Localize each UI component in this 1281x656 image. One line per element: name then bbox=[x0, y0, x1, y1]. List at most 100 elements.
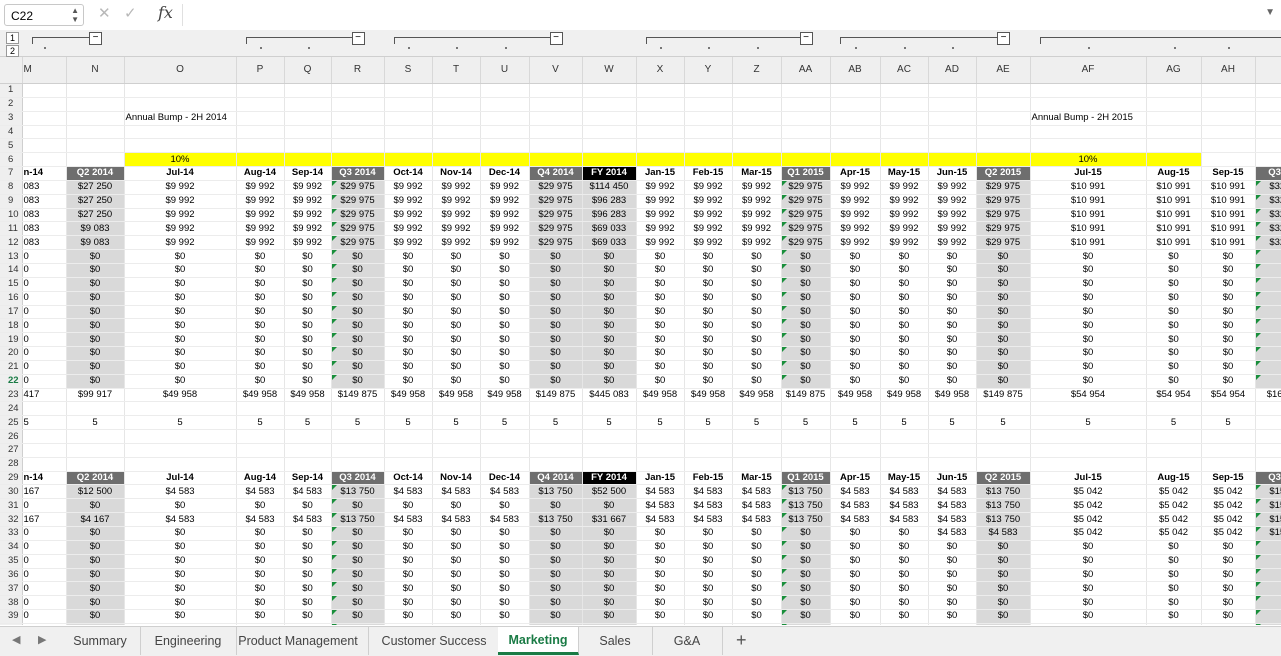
cell[interactable]: $0 bbox=[1201, 360, 1255, 374]
cell[interactable]: $4 583 bbox=[284, 485, 331, 499]
count-cell[interactable]: 5 bbox=[1255, 416, 1281, 430]
cell[interactable]: $0 bbox=[1201, 596, 1255, 610]
cell[interactable] bbox=[284, 139, 331, 153]
cell[interactable]: $0 bbox=[781, 374, 830, 388]
cell[interactable]: $0 bbox=[582, 333, 636, 347]
cell[interactable]: $4 583 bbox=[880, 499, 928, 513]
total-cell[interactable]: $49 958 bbox=[480, 388, 529, 402]
cell[interactable] bbox=[684, 139, 732, 153]
total-cell[interactable]: $49 958 bbox=[432, 388, 480, 402]
cell[interactable]: $0 bbox=[1255, 250, 1281, 264]
period-header[interactable]: Q3 2015 bbox=[1255, 471, 1281, 485]
cell[interactable]: $0 bbox=[1201, 291, 1255, 305]
cell[interactable]: $0 bbox=[928, 305, 976, 319]
cell[interactable] bbox=[976, 84, 1030, 98]
cell[interactable]: $0 bbox=[781, 277, 830, 291]
cell[interactable] bbox=[1255, 153, 1281, 167]
cell[interactable]: $0 bbox=[928, 333, 976, 347]
cell[interactable]: $0 bbox=[636, 333, 684, 347]
cell[interactable] bbox=[1201, 430, 1255, 444]
row-header-39[interactable]: 39 bbox=[0, 610, 22, 624]
cell[interactable] bbox=[636, 457, 684, 471]
cell[interactable]: $0 bbox=[331, 623, 384, 625]
total-cell[interactable]: $445 083 bbox=[582, 388, 636, 402]
period-header[interactable]: Aug-15 bbox=[1146, 167, 1201, 181]
cell[interactable]: $0 bbox=[529, 499, 582, 513]
cell[interactable]: $0 bbox=[732, 568, 781, 582]
name-box-stepper-icon[interactable]: ▲▼ bbox=[71, 6, 79, 24]
cell[interactable]: $0 bbox=[124, 263, 236, 277]
outline-level-2-button[interactable]: 2 bbox=[6, 45, 19, 57]
cell[interactable]: $0 bbox=[684, 554, 732, 568]
cell[interactable]: $0 bbox=[480, 305, 529, 319]
cell[interactable]: $9 992 bbox=[384, 222, 432, 236]
cell[interactable] bbox=[1146, 443, 1201, 457]
cell[interactable]: $0 bbox=[1030, 250, 1146, 264]
cell[interactable]: $0 bbox=[582, 499, 636, 513]
cell[interactable] bbox=[1030, 139, 1146, 153]
cell[interactable]: $0 bbox=[636, 360, 684, 374]
cell[interactable]: $0 bbox=[529, 623, 582, 625]
cell[interactable]: $0 bbox=[684, 610, 732, 624]
cell[interactable]: $0 bbox=[1255, 610, 1281, 624]
total-cell[interactable]: $49 958 bbox=[684, 388, 732, 402]
cell[interactable]: $0 bbox=[732, 540, 781, 554]
cell[interactable] bbox=[384, 457, 432, 471]
cell[interactable]: $0 bbox=[928, 554, 976, 568]
cell[interactable]: $0 bbox=[432, 305, 480, 319]
cell[interactable]: $0 bbox=[384, 540, 432, 554]
cell[interactable]: $4 583 bbox=[636, 499, 684, 513]
cell[interactable]: $0 bbox=[284, 305, 331, 319]
cell[interactable] bbox=[66, 457, 124, 471]
cell[interactable]: $0 bbox=[432, 360, 480, 374]
cell[interactable]: $0 bbox=[1201, 374, 1255, 388]
cell[interactable] bbox=[976, 430, 1030, 444]
cell[interactable]: $0 bbox=[582, 291, 636, 305]
cell[interactable]: 167 bbox=[22, 513, 66, 527]
collapse-group-button[interactable]: − bbox=[550, 32, 563, 45]
cell[interactable] bbox=[928, 402, 976, 416]
cell[interactable]: $0 bbox=[432, 291, 480, 305]
cell[interactable]: $0 bbox=[781, 610, 830, 624]
cell[interactable] bbox=[880, 139, 928, 153]
cell[interactable]: $0 bbox=[928, 582, 976, 596]
cell[interactable]: $0 bbox=[880, 319, 928, 333]
cell[interactable]: $0 bbox=[684, 291, 732, 305]
cell[interactable]: $4 583 bbox=[236, 485, 284, 499]
cell[interactable]: $0 bbox=[331, 374, 384, 388]
cell[interactable]: $0 bbox=[928, 610, 976, 624]
cell[interactable] bbox=[880, 443, 928, 457]
row-header-6[interactable]: 6 bbox=[0, 153, 22, 167]
cell[interactable]: $0 bbox=[976, 291, 1030, 305]
cell[interactable]: $0 bbox=[1146, 596, 1201, 610]
cell[interactable] bbox=[582, 402, 636, 416]
row-header-9[interactable]: 9 bbox=[0, 194, 22, 208]
cell[interactable]: $4 583 bbox=[684, 513, 732, 527]
cell[interactable]: $0 bbox=[331, 499, 384, 513]
cell[interactable]: $0 bbox=[1146, 610, 1201, 624]
cell[interactable]: $0 bbox=[432, 540, 480, 554]
total-cell[interactable]: $54 954 bbox=[1201, 388, 1255, 402]
cell[interactable]: $0 bbox=[529, 333, 582, 347]
cell[interactable]: $0 bbox=[976, 554, 1030, 568]
cell[interactable]: $9 992 bbox=[236, 180, 284, 194]
cell[interactable]: $0 bbox=[331, 610, 384, 624]
cell[interactable] bbox=[66, 139, 124, 153]
cell[interactable] bbox=[1030, 97, 1146, 111]
cell[interactable]: $0 bbox=[1255, 263, 1281, 277]
collapse-group-button[interactable]: − bbox=[89, 32, 102, 45]
period-header[interactable]: Sep-15 bbox=[1201, 471, 1255, 485]
annual-bump-2014-label[interactable]: Annual Bump - 2H 2014 bbox=[124, 111, 236, 125]
cell[interactable]: $9 992 bbox=[384, 180, 432, 194]
cell[interactable]: $0 bbox=[582, 554, 636, 568]
cell[interactable]: $0 bbox=[830, 596, 880, 610]
row-header-2[interactable]: 2 bbox=[0, 97, 22, 111]
row-header-13[interactable]: 13 bbox=[0, 250, 22, 264]
outline-level-1-button[interactable]: 1 bbox=[6, 32, 19, 44]
cell[interactable] bbox=[331, 84, 384, 98]
cell[interactable] bbox=[830, 97, 880, 111]
cell[interactable]: $9 992 bbox=[880, 194, 928, 208]
cell[interactable]: $0 bbox=[384, 291, 432, 305]
cell[interactable] bbox=[236, 139, 284, 153]
cell[interactable]: $0 bbox=[1030, 347, 1146, 361]
